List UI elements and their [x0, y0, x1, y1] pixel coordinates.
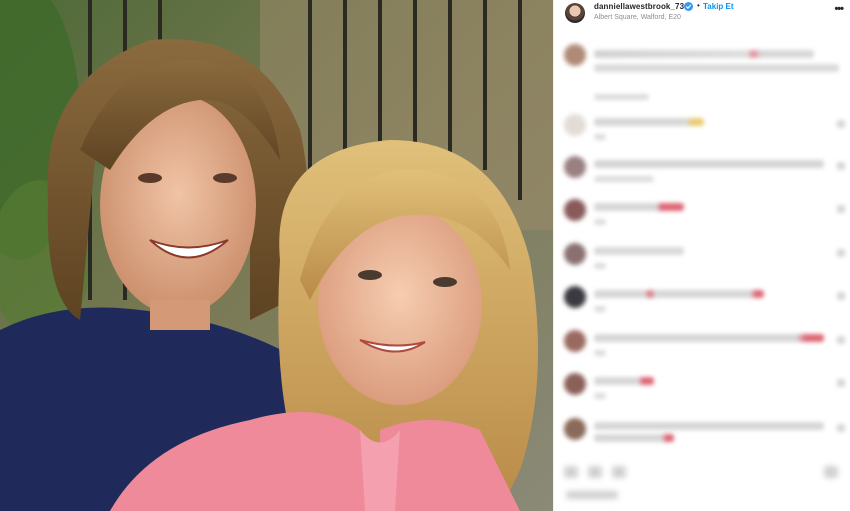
more-options-icon[interactable]: •••: [834, 3, 844, 15]
comment-text: [594, 334, 824, 342]
comment-text: [594, 118, 704, 126]
avatar[interactable]: [564, 44, 586, 66]
comment-text: [594, 290, 764, 298]
comment-meta: [594, 350, 606, 356]
avatar[interactable]: [564, 373, 586, 395]
separator-dot: •: [697, 1, 700, 10]
comments-list: [554, 36, 850, 511]
comment-meta: [594, 176, 654, 182]
heart-icon[interactable]: [837, 424, 845, 432]
avatar[interactable]: [564, 156, 586, 178]
heart-icon[interactable]: [837, 249, 845, 257]
heart-icon[interactable]: [837, 379, 845, 387]
comment-meta: [594, 393, 606, 399]
username-link[interactable]: danniellawestbrook_73: [594, 2, 684, 11]
heart-icon[interactable]: [837, 162, 845, 170]
comment-text: [594, 50, 814, 58]
bookmark-icon[interactable]: [824, 466, 838, 478]
avatar[interactable]: [564, 114, 586, 136]
comment-text: [594, 64, 839, 72]
heart-icon[interactable]: [837, 336, 845, 344]
avatar[interactable]: [564, 330, 586, 352]
post-header: danniellawestbrook_73 • Takip Et Albert …: [554, 0, 850, 28]
avatar[interactable]: [564, 199, 586, 221]
comment-text: [594, 434, 674, 442]
avatar[interactable]: [564, 286, 586, 308]
comment-text: [594, 422, 824, 430]
comment-text: [594, 203, 684, 211]
comment-meta: [594, 306, 606, 312]
post-sidebar: danniellawestbrook_73 • Takip Et Albert …: [553, 0, 850, 511]
heart-icon[interactable]: [837, 120, 845, 128]
verified-badge-icon: [684, 2, 693, 11]
likes-count: [566, 491, 618, 499]
comment-text: [594, 377, 654, 385]
avatar[interactable]: [564, 243, 586, 265]
comment-meta: [594, 219, 606, 225]
heart-icon[interactable]: [837, 205, 845, 213]
share-icon[interactable]: [612, 466, 626, 478]
follow-button[interactable]: Takip Et: [703, 2, 734, 11]
comment-meta: [594, 134, 606, 140]
post-image: [0, 0, 553, 511]
heart-icon[interactable]: [837, 292, 845, 300]
comment-text: [594, 160, 824, 168]
heart-icon[interactable]: [564, 466, 578, 478]
avatar[interactable]: [564, 418, 586, 440]
location-link[interactable]: Albert Square, Walford, E20: [594, 14, 681, 21]
avatar[interactable]: [565, 3, 585, 23]
comment-text: [594, 247, 684, 255]
comment-icon[interactable]: [588, 466, 602, 478]
comment-meta: [594, 94, 649, 100]
post-photo[interactable]: [0, 0, 553, 511]
comment-meta: [594, 263, 606, 269]
